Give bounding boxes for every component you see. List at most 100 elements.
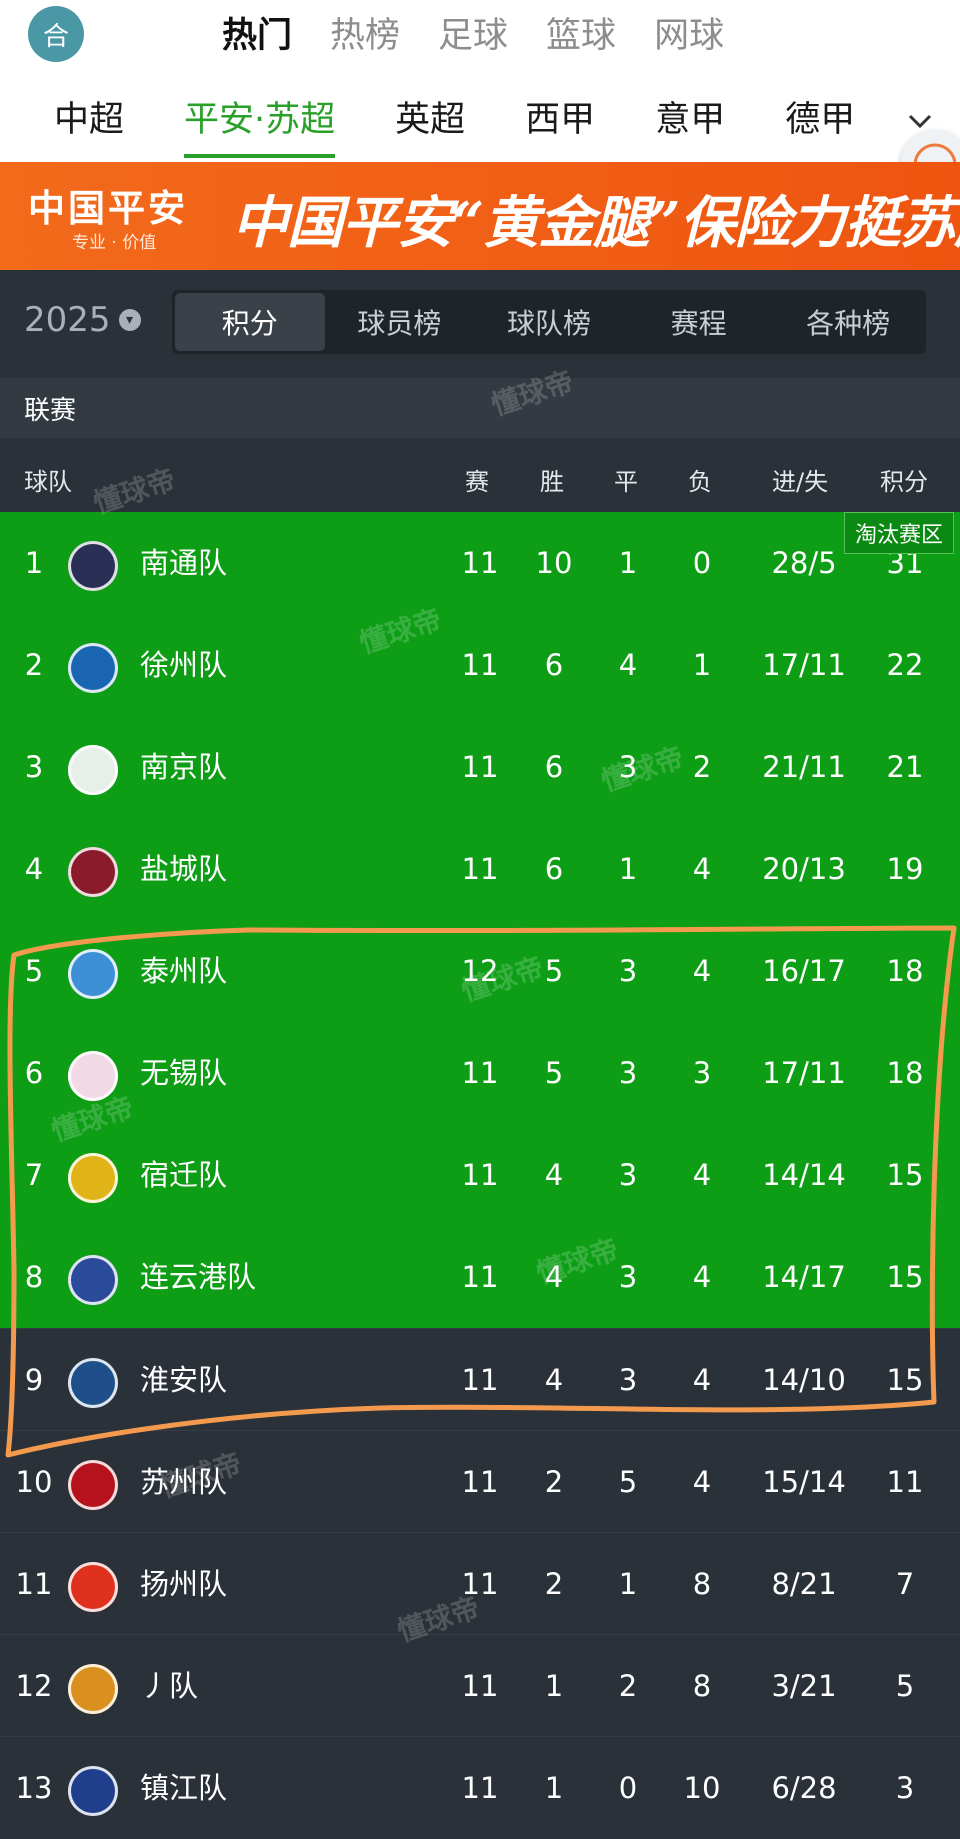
stat-goals: 14/10 [762, 1363, 846, 1397]
stat-points: 18 [886, 1056, 924, 1090]
stat-goals: 20/13 [762, 852, 846, 886]
team-name[interactable]: 徐州队 [140, 614, 227, 716]
table-row[interactable]: 8 连云港队 11 4 3 4 14/17 15 [0, 1226, 960, 1328]
team-name[interactable]: 泰州队 [140, 920, 227, 1022]
team-rank: 4 [24, 852, 44, 886]
stat-draw: 3 [618, 954, 638, 988]
stat-loss: 4 [692, 852, 712, 886]
league-tab[interactable]: 德甲 [785, 92, 855, 148]
col-goals: 进/失 [772, 468, 829, 496]
team-rank: 3 [24, 750, 44, 784]
league-tab[interactable]: 英超 [395, 92, 465, 148]
subtab[interactable]: 球队榜 [474, 293, 624, 351]
stat-played: 11 [461, 1158, 499, 1192]
table-row[interactable]: 1 南通队 11 10 1 0 28/5 31 淘汰赛区 [0, 512, 960, 614]
stat-goals: 8/21 [771, 1567, 837, 1601]
stat-loss: 4 [692, 954, 712, 988]
stat-points: 15 [886, 1363, 924, 1397]
stat-loss: 4 [692, 1363, 712, 1397]
table-row[interactable]: 2 徐州队 11 6 4 1 17/11 22 [0, 614, 960, 716]
subtab[interactable]: 积分 [175, 293, 325, 351]
table-row[interactable]: 3 南京队 11 6 3 2 21/11 21 [0, 716, 960, 818]
section-header: 联赛 [0, 378, 960, 438]
team-rank: 12 [15, 1669, 53, 1703]
category-tab[interactable]: 足球 [438, 7, 508, 58]
season-selector[interactable]: 2025 ▾ [24, 300, 141, 340]
stat-draw: 2 [618, 1669, 638, 1703]
team-name[interactable]: 连云港队 [140, 1226, 256, 1328]
brand-logo-text: 中国平安 [28, 187, 188, 230]
stat-points: 15 [886, 1158, 924, 1192]
table-row[interactable]: 9 淮安队 11 4 3 4 14/10 15 [0, 1328, 960, 1430]
top-header: 合 热门 热榜 足球 篮球 网球 中超 平安·苏超 英超 西甲 意甲 德甲 [0, 0, 960, 162]
stat-played: 11 [461, 1465, 499, 1499]
team-name[interactable]: 淮安队 [140, 1329, 227, 1431]
table-row[interactable]: 6 无锡队 11 5 3 3 17/11 18 [0, 1022, 960, 1124]
team-logo-icon [68, 1255, 118, 1305]
col-team: 球队 [24, 468, 72, 496]
league-tab[interactable]: 西甲 [525, 92, 595, 148]
stat-points: 11 [886, 1465, 924, 1499]
team-name[interactable]: 扬州队 [140, 1533, 227, 1635]
subtab[interactable]: 各种榜 [773, 293, 923, 351]
brand-subtitle: 专业 · 价值 [72, 233, 157, 253]
stat-goals: 15/14 [762, 1465, 846, 1499]
stat-points: 7 [895, 1567, 915, 1601]
stat-points: 22 [886, 648, 924, 682]
col-played: 赛 [465, 468, 489, 496]
table-row[interactable]: 4 盐城队 11 6 1 4 20/13 19 [0, 818, 960, 920]
table-row[interactable]: 10 苏州队 11 2 5 4 15/14 11 [0, 1430, 960, 1532]
stat-loss: 4 [692, 1260, 712, 1294]
table-row[interactable]: 13 镇江队 11 1 0 10 6/28 3 [0, 1736, 960, 1838]
col-points: 积分 [880, 468, 928, 496]
team-name[interactable]: 宿迁队 [140, 1124, 227, 1226]
stat-win: 6 [544, 750, 564, 784]
stat-draw: 1 [618, 1567, 638, 1601]
team-rank: 5 [24, 954, 44, 988]
category-tab[interactable]: 篮球 [546, 7, 616, 58]
stat-loss: 0 [692, 546, 712, 580]
team-name[interactable]: 无锡队 [140, 1022, 227, 1124]
stat-draw: 1 [618, 546, 638, 580]
stat-played: 11 [461, 750, 499, 784]
league-tab[interactable]: 中超 [54, 92, 124, 148]
team-name[interactable]: 丿队 [140, 1635, 198, 1737]
category-tab[interactable]: 热门 [222, 7, 292, 58]
stat-goals: 21/11 [762, 750, 846, 784]
stat-loss: 10 [683, 1771, 721, 1805]
stat-points: 21 [886, 750, 924, 784]
stat-draw: 3 [618, 1158, 638, 1192]
subtab[interactable]: 球员榜 [325, 293, 475, 351]
team-logo-icon [68, 949, 118, 999]
table-row[interactable]: 12 丿队 11 1 2 8 3/21 5 [0, 1634, 960, 1736]
team-logo-icon [68, 1664, 118, 1714]
team-logo-icon [68, 1153, 118, 1203]
table-row[interactable]: 7 宿迁队 11 4 3 4 14/14 15 [0, 1124, 960, 1226]
team-name[interactable]: 镇江队 [140, 1737, 227, 1839]
category-tab[interactable]: 热榜 [330, 7, 400, 58]
team-name[interactable]: 南京队 [140, 716, 227, 818]
col-draw: 平 [614, 468, 638, 496]
stat-draw: 4 [618, 648, 638, 682]
stat-played: 11 [461, 648, 499, 682]
sponsor-banner[interactable]: 中国平安 专业 · 价值 中国平安“黄金腿”保险力挺苏超 [0, 162, 960, 270]
stat-goals: 3/21 [771, 1669, 837, 1703]
zone-badge: 淘汰赛区 [843, 512, 954, 554]
avatar[interactable]: 合 [28, 6, 84, 62]
stat-loss: 8 [692, 1669, 712, 1703]
team-rank: 10 [15, 1465, 53, 1499]
stat-loss: 1 [692, 648, 712, 682]
subtab[interactable]: 赛程 [624, 293, 774, 351]
chevron-down-icon: ▾ [118, 309, 141, 331]
category-tab[interactable]: 网球 [654, 7, 724, 58]
team-name[interactable]: 南通队 [140, 512, 227, 614]
league-tab[interactable]: 意甲 [655, 92, 725, 148]
team-logo-icon [68, 1460, 118, 1510]
league-tab[interactable]: 平安·苏超 [184, 92, 336, 158]
stat-goals: 6/28 [771, 1771, 837, 1805]
stat-goals: 16/17 [762, 954, 846, 988]
team-name[interactable]: 盐城队 [140, 818, 227, 920]
team-logo-icon [68, 745, 118, 795]
stat-win: 4 [544, 1158, 564, 1192]
standings-table: 1 南通队 11 10 1 0 28/5 31 淘汰赛区 2 徐州队 11 6 4 1 17/11 22 3 南京队… [0, 512, 960, 1838]
